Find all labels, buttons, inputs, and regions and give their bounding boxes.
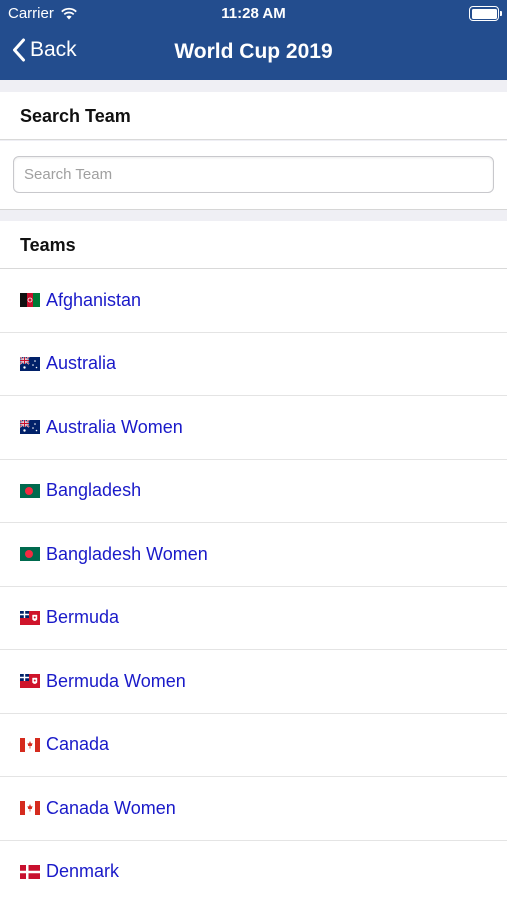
bangladesh-flag-icon bbox=[20, 483, 40, 498]
team-row-denmark[interactable]: Denmark bbox=[0, 840, 507, 900]
team-list: Afghanistan Australia Australia Women Ba… bbox=[0, 269, 507, 900]
section-spacer bbox=[0, 80, 507, 92]
team-name: Bangladesh bbox=[46, 480, 142, 501]
page-title: World Cup 2019 bbox=[174, 40, 333, 63]
teams-section-header: Teams bbox=[0, 221, 507, 269]
bangladesh-flag-icon bbox=[20, 547, 40, 562]
australia-flag-icon bbox=[20, 420, 40, 435]
navigation-bar: Back World Cup 2019 bbox=[0, 28, 507, 80]
section-spacer bbox=[0, 209, 507, 221]
team-row-bangladesh-women[interactable]: Bangladesh Women bbox=[0, 523, 507, 587]
teams-section-title: Teams bbox=[20, 235, 76, 255]
team-name: Denmark bbox=[46, 861, 120, 882]
search-section-header: Search Team bbox=[0, 92, 507, 140]
team-row-australia-women[interactable]: Australia Women bbox=[0, 396, 507, 460]
team-row-bermuda[interactable]: Bermuda bbox=[0, 586, 507, 650]
status-time: 11:28 AM bbox=[221, 5, 286, 22]
denmark-flag-icon bbox=[20, 864, 40, 879]
canada-flag-icon bbox=[20, 801, 40, 816]
afghanistan-flag-icon bbox=[20, 293, 40, 308]
australia-flag-icon bbox=[20, 356, 40, 371]
team-name: Bermuda bbox=[46, 607, 120, 628]
bermuda-flag-icon bbox=[20, 610, 40, 625]
team-row-bangladesh[interactable]: Bangladesh bbox=[0, 459, 507, 523]
team-name: Australia Women bbox=[46, 416, 183, 437]
team-name: Canada bbox=[46, 734, 110, 755]
team-name: Bangladesh Women bbox=[46, 543, 208, 564]
bermuda-flag-icon bbox=[20, 674, 40, 689]
team-row-bermuda-women[interactable]: Bermuda Women bbox=[0, 650, 507, 714]
team-row-afghanistan[interactable]: Afghanistan bbox=[0, 269, 507, 333]
team-row-canada[interactable]: Canada bbox=[0, 713, 507, 777]
team-name: Canada Women bbox=[46, 797, 176, 818]
canada-flag-icon bbox=[20, 737, 40, 752]
app-header: Carrier 11:28 AM Back World Cup 2019 bbox=[0, 0, 507, 80]
team-row-canada-women[interactable]: Canada Women bbox=[0, 777, 507, 841]
status-bar: Carrier 11:28 AM bbox=[0, 0, 507, 28]
team-name: Afghanistan bbox=[46, 289, 142, 310]
team-name: Australia bbox=[46, 353, 117, 374]
search-section-title: Search Team bbox=[20, 106, 131, 126]
team-name: Bermuda Women bbox=[46, 670, 186, 691]
battery-icon bbox=[469, 6, 502, 21]
team-row-australia[interactable]: Australia bbox=[0, 332, 507, 396]
search-area bbox=[0, 141, 507, 209]
search-input[interactable] bbox=[13, 156, 494, 193]
